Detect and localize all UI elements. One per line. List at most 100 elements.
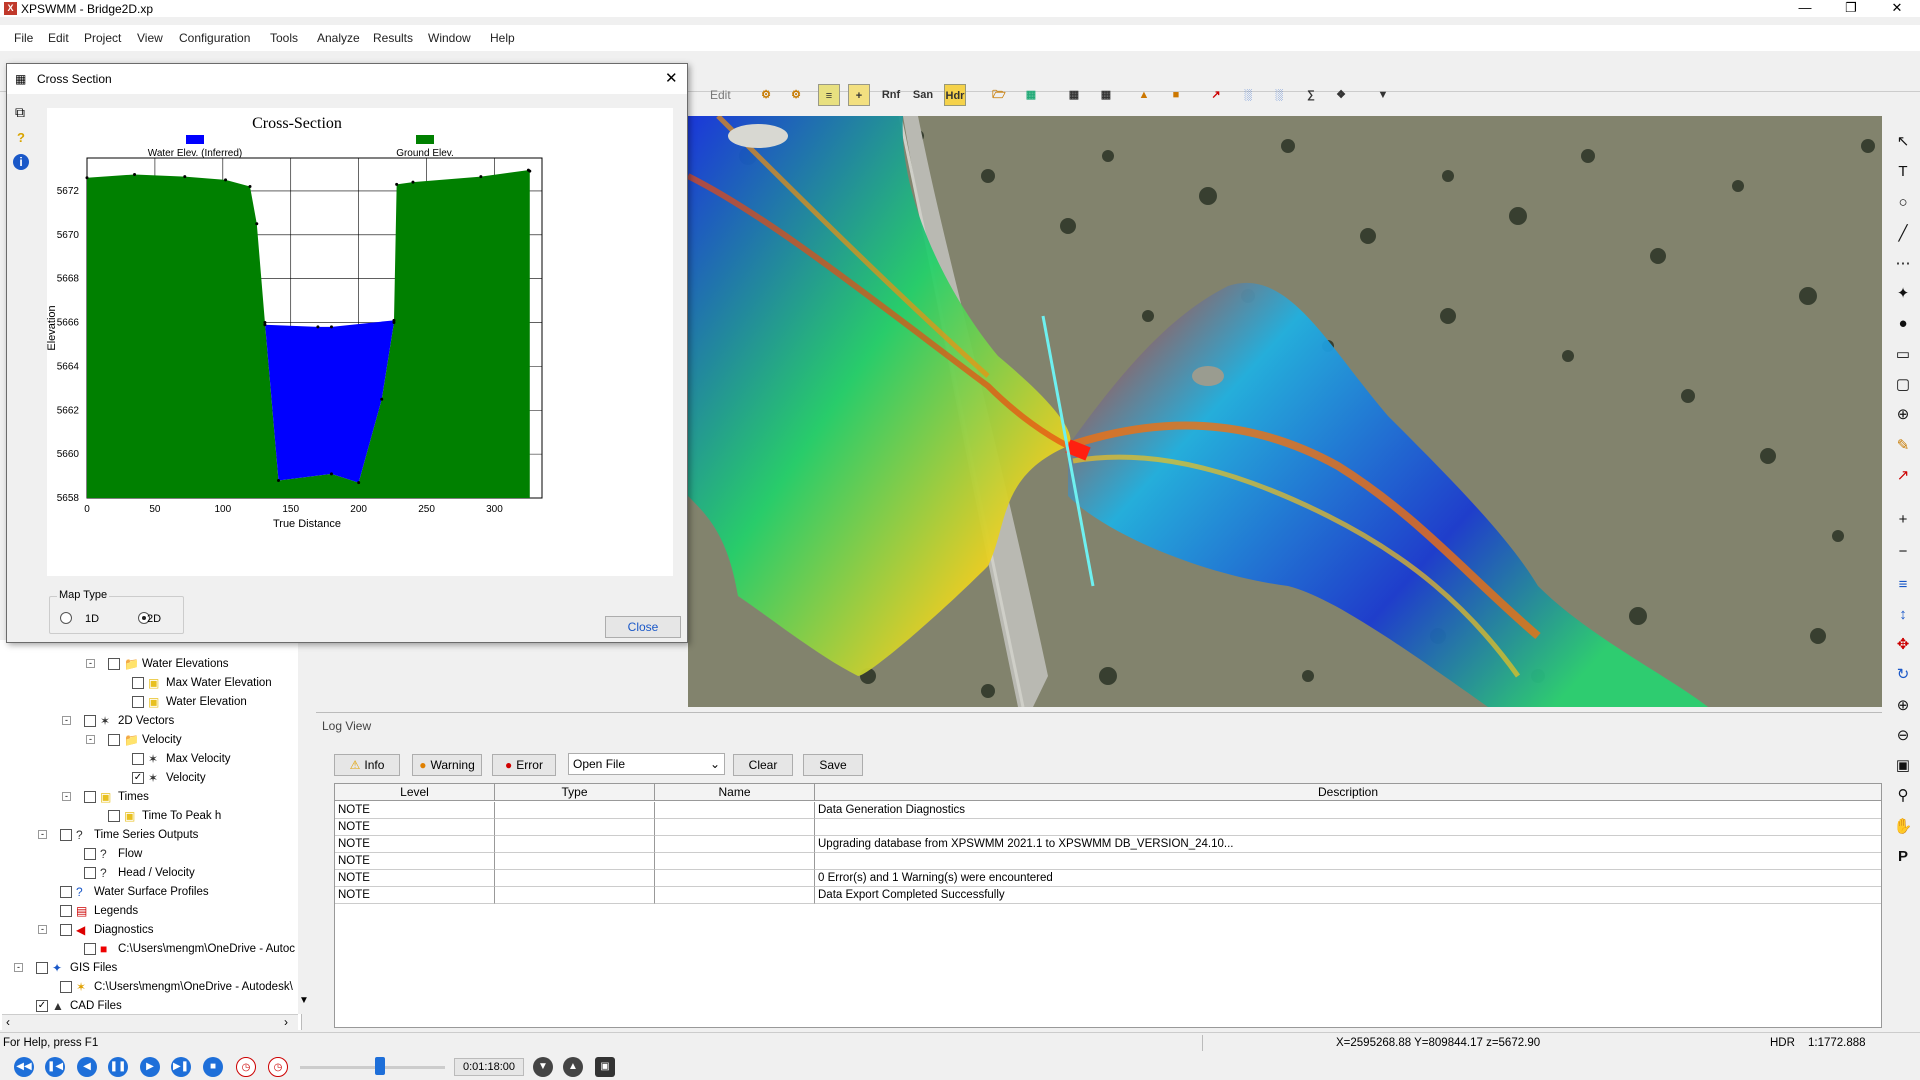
record-up-icon[interactable]: ▲ bbox=[563, 1057, 583, 1077]
text-tool-icon[interactable]: T bbox=[1893, 162, 1913, 182]
route-icon[interactable]: ❖ bbox=[1330, 84, 1352, 106]
tree-item[interactable]: ? Head / Velocity bbox=[84, 864, 195, 881]
measure-icon[interactable]: ≡ bbox=[1893, 575, 1913, 595]
tree-item[interactable]: ▤ Legends bbox=[60, 902, 138, 919]
time-slider-thumb[interactable] bbox=[374, 1057, 385, 1075]
tree-item[interactable]: ? Flow bbox=[84, 845, 142, 862]
maximize-button[interactable]: ❐ bbox=[1828, 0, 1874, 17]
page-icon[interactable]: ▢ bbox=[1893, 375, 1913, 395]
zoom-window-icon[interactable]: ⚲ bbox=[1893, 786, 1913, 806]
rnf-button[interactable]: Rnf bbox=[880, 84, 902, 106]
tree-item[interactable]: ◀ Diagnostics bbox=[60, 921, 153, 938]
pointer-icon[interactable]: ↖ bbox=[1893, 132, 1913, 152]
tree-checkbox[interactable] bbox=[108, 733, 120, 746]
open-folder-icon[interactable]: 🗁 bbox=[988, 84, 1010, 106]
col-name[interactable]: Name bbox=[655, 784, 815, 801]
col-level[interactable]: Level bbox=[335, 784, 495, 801]
tree-item[interactable]: ✓ ✶ Velocity bbox=[132, 769, 206, 786]
grid-settings-icon[interactable]: ▦ bbox=[1095, 84, 1117, 106]
menu-edit[interactable]: Edit bbox=[48, 31, 69, 45]
save-button[interactable]: Save bbox=[803, 754, 863, 776]
tree-expander[interactable]: - bbox=[62, 792, 71, 801]
play-back-icon[interactable]: ◀ bbox=[77, 1057, 97, 1077]
scroll-down-icon[interactable]: ▼ bbox=[299, 995, 309, 1006]
clock-forward-icon[interactable]: ◷ bbox=[268, 1057, 288, 1077]
refresh-icon[interactable]: ↻ bbox=[1893, 665, 1913, 685]
tree-checkbox[interactable] bbox=[84, 866, 96, 879]
tree-item[interactable]: ✶ Max Velocity bbox=[132, 750, 231, 767]
map-view[interactable] bbox=[688, 116, 1882, 707]
tree-checkbox[interactable] bbox=[60, 923, 72, 936]
polyline-icon[interactable]: ✦ bbox=[1893, 284, 1913, 304]
pause-icon[interactable]: ❚❚ bbox=[108, 1057, 128, 1077]
col-description[interactable]: Description bbox=[815, 784, 1881, 801]
tree-item[interactable]: ? Time Series Outputs bbox=[60, 826, 198, 843]
tree-item[interactable]: 📁 Water Elevations bbox=[108, 655, 229, 672]
menu-window[interactable]: Window bbox=[428, 31, 471, 45]
tree-vertical-scrollbar[interactable]: ▼ bbox=[298, 640, 310, 1014]
filter-icon[interactable]: ▼ bbox=[1372, 84, 1394, 106]
node-icon[interactable]: ▲ bbox=[1133, 84, 1155, 106]
tree-item[interactable]: ✶ 2D Vectors bbox=[84, 712, 174, 729]
tree-item[interactable]: ▣ Times bbox=[84, 788, 149, 805]
tree-horizontal-scrollbar[interactable]: ‹ › bbox=[2, 1014, 298, 1030]
tree-checkbox[interactable] bbox=[60, 904, 72, 917]
circle-filled-icon[interactable]: ● bbox=[1893, 314, 1913, 334]
close-window-button[interactable]: ✕ bbox=[1874, 0, 1920, 17]
tree-checkbox[interactable] bbox=[36, 961, 48, 974]
link-icon[interactable]: ■ bbox=[1165, 84, 1187, 106]
tree-checkbox[interactable] bbox=[132, 676, 144, 689]
go-start-icon[interactable]: ◀◀ bbox=[14, 1057, 34, 1077]
stop-icon[interactable]: ■ bbox=[203, 1057, 223, 1077]
tree-item[interactable]: ▣ Water Elevation bbox=[132, 693, 247, 710]
gear-2d-icon[interactable]: ⚙ bbox=[785, 84, 807, 106]
info-filter-button[interactable]: ⚠ Info bbox=[334, 754, 400, 776]
line-tool-icon[interactable]: ╱ bbox=[1893, 224, 1913, 244]
tree-checkbox[interactable] bbox=[132, 695, 144, 708]
close-button[interactable]: Close bbox=[605, 616, 681, 638]
table-icon[interactable]: ▦ bbox=[1063, 84, 1085, 106]
tree-checkbox[interactable] bbox=[132, 752, 144, 765]
gear-icon[interactable]: ⚙ bbox=[755, 84, 777, 106]
log-action-dropdown[interactable]: Open File ⌄ bbox=[568, 753, 725, 775]
camera-icon[interactable]: ▣ bbox=[595, 1057, 615, 1077]
hdr-button[interactable]: Hdr bbox=[944, 84, 966, 106]
time-slider-track[interactable] bbox=[300, 1066, 445, 1069]
move-icon[interactable]: ✥ bbox=[1893, 635, 1913, 655]
minimize-button[interactable]: — bbox=[1782, 0, 1828, 17]
clock-back-icon[interactable]: ◷ bbox=[236, 1057, 256, 1077]
help-icon[interactable]: ? bbox=[17, 130, 25, 145]
tree-item[interactable]: ▣ Max Water Elevation bbox=[132, 674, 272, 691]
tree-item[interactable]: ? Water Surface Profiles bbox=[60, 883, 209, 900]
scroll-left-icon[interactable]: ‹ bbox=[6, 1015, 10, 1029]
tree-checkbox[interactable] bbox=[108, 809, 120, 822]
tree-expander[interactable]: - bbox=[38, 925, 47, 934]
tree-item[interactable]: 📁 Velocity bbox=[108, 731, 182, 748]
tree-checkbox[interactable] bbox=[108, 657, 120, 670]
tree-item[interactable]: ✦ GIS Files bbox=[36, 959, 117, 976]
tree-checkbox[interactable] bbox=[84, 714, 96, 727]
step-forward-icon[interactable]: ▶❚ bbox=[171, 1057, 191, 1077]
split-icon[interactable]: ↕ bbox=[1893, 605, 1913, 625]
san-button[interactable]: San bbox=[912, 84, 934, 106]
tree-checkbox[interactable] bbox=[60, 828, 72, 841]
tree-checkbox[interactable] bbox=[84, 942, 96, 955]
tree-checkbox[interactable]: ✓ bbox=[36, 999, 48, 1012]
error-filter-button[interactable]: ● Error bbox=[492, 754, 556, 776]
ruler-icon[interactable]: ✎ bbox=[1893, 436, 1913, 456]
play-icon[interactable]: ▶ bbox=[140, 1057, 160, 1077]
menu-file[interactable]: File bbox=[14, 31, 33, 45]
profile-graph-icon[interactable]: ░ bbox=[1268, 84, 1290, 106]
tree-expander[interactable]: - bbox=[86, 659, 95, 668]
radio-1d[interactable] bbox=[60, 612, 72, 624]
tree-checkbox[interactable] bbox=[60, 885, 72, 898]
tree-expander[interactable]: - bbox=[38, 830, 47, 839]
tree-checkbox[interactable] bbox=[60, 980, 72, 993]
zoom-extent-icon[interactable]: ▣ bbox=[1893, 756, 1913, 776]
col-type[interactable]: Type bbox=[495, 784, 655, 801]
tree-item[interactable]: ▣ Time To Peak h bbox=[108, 807, 221, 824]
tree-checkbox[interactable] bbox=[84, 847, 96, 860]
menu-view[interactable]: View bbox=[137, 31, 163, 45]
bar-graph-icon[interactable]: ░ bbox=[1237, 84, 1259, 106]
copy-icon[interactable]: ⧉ bbox=[15, 104, 25, 121]
